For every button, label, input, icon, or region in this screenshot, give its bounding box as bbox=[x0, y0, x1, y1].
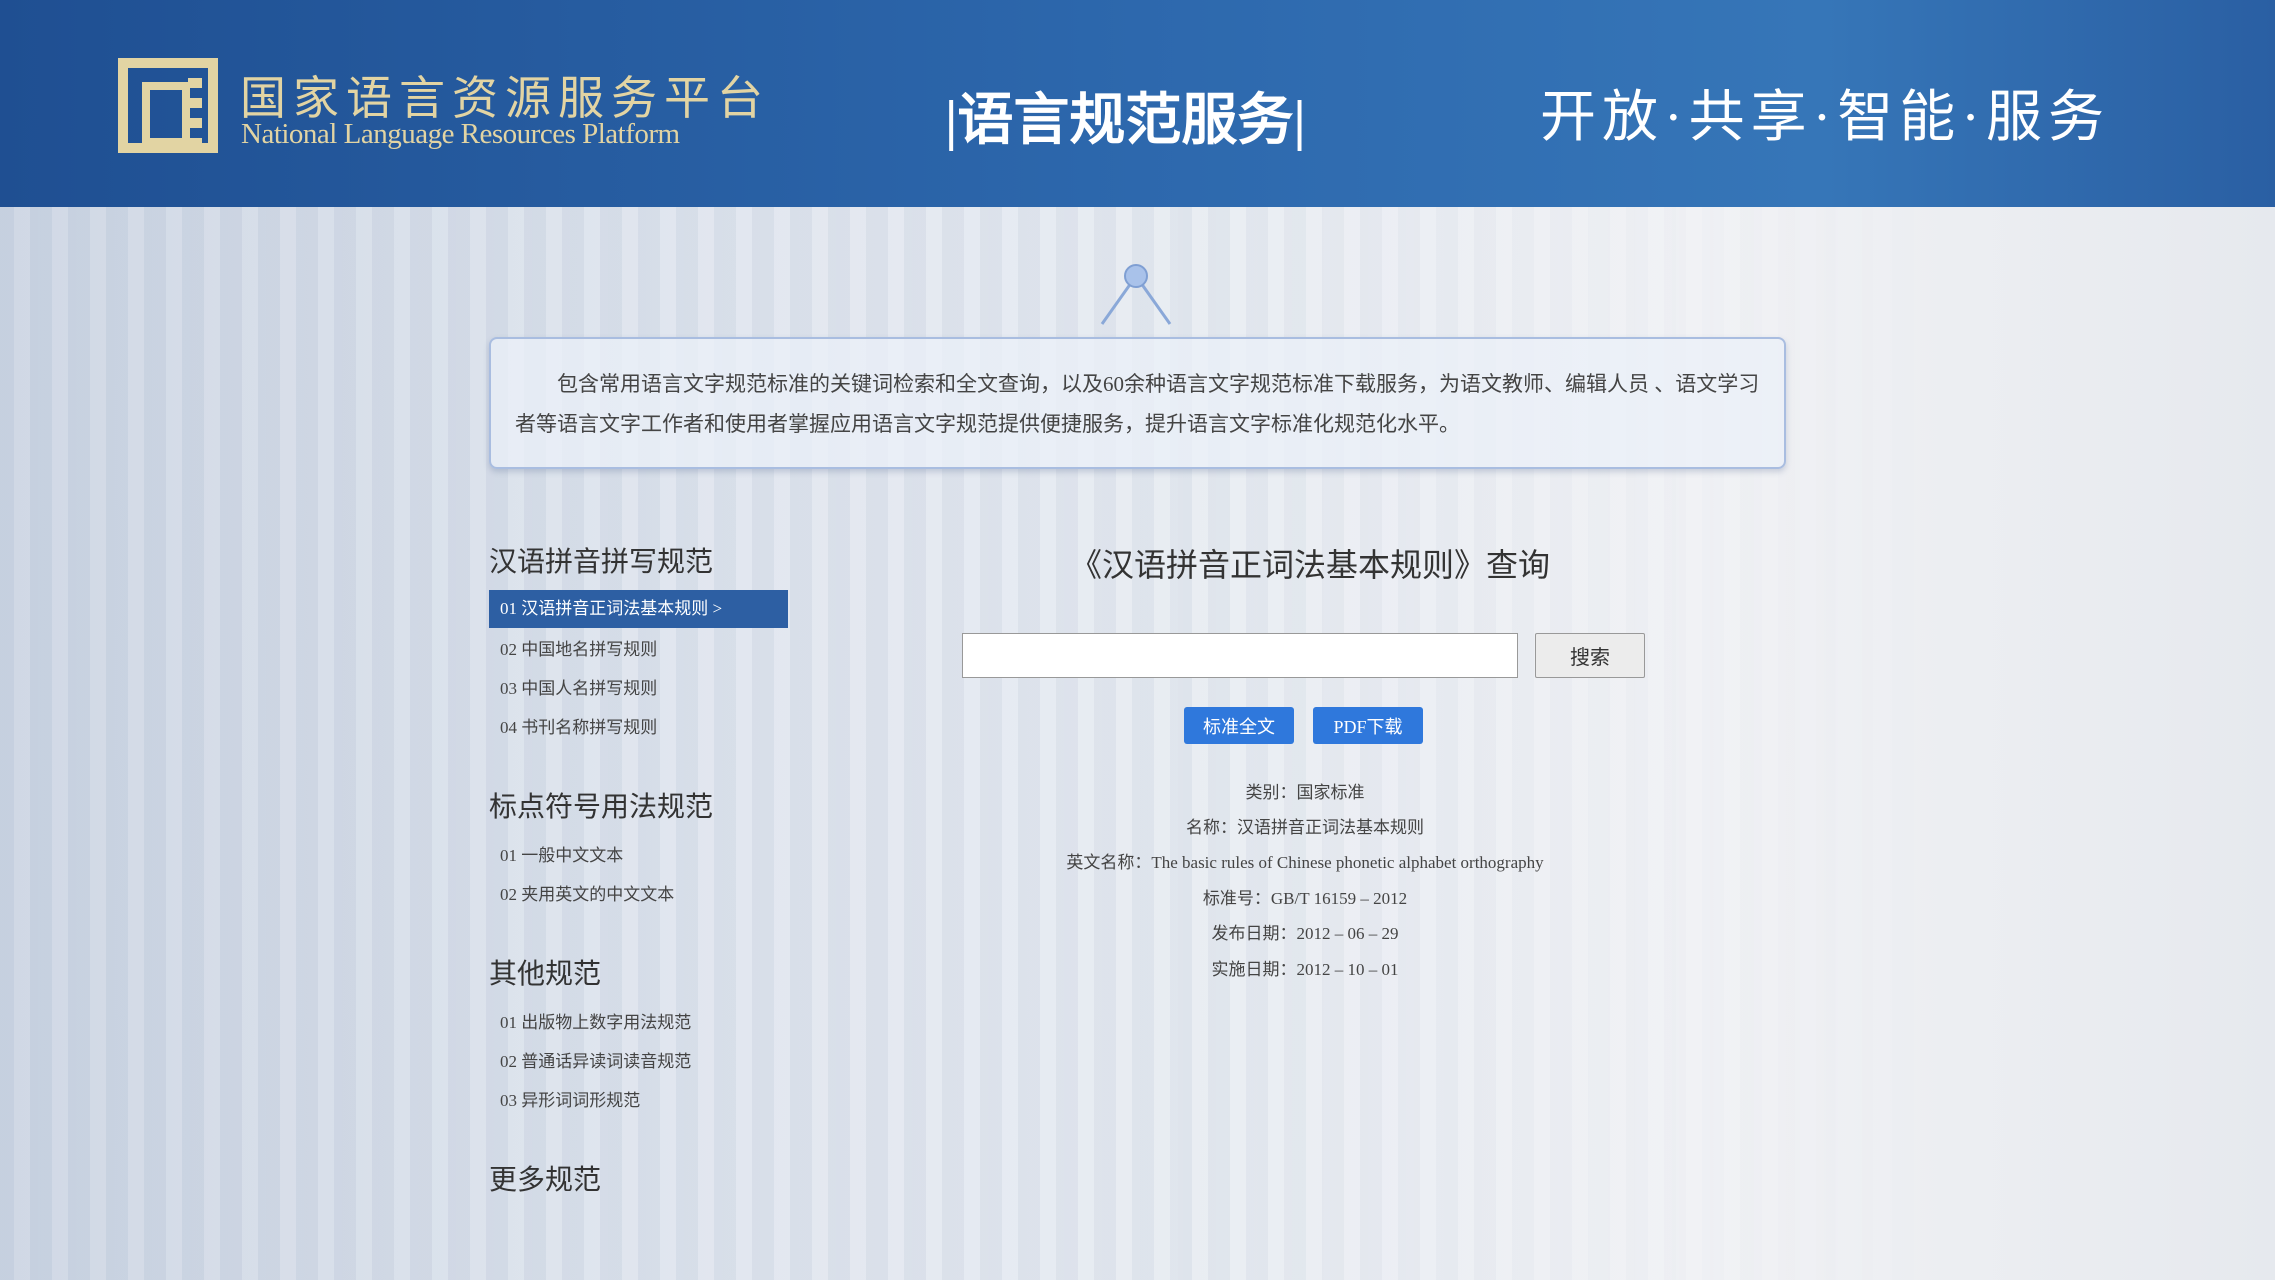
pin-icon bbox=[1100, 262, 1172, 326]
info-effective-date: 实施日期：2012 – 10 – 01 bbox=[900, 955, 1710, 980]
service-title: |语言规范服务| bbox=[945, 75, 1306, 156]
info-english-name: 英文名称：The basic rules of Chinese phonetic… bbox=[900, 848, 1710, 873]
slogan: 开放·共享·智能·服务 bbox=[1540, 72, 2110, 153]
sidebar-item-mixed-text[interactable]: 02 夹用英文的中文文本 bbox=[489, 876, 788, 914]
info-publish-date: 发布日期：2012 – 06 – 29 bbox=[900, 919, 1710, 944]
section-title-more[interactable]: 更多规范 bbox=[489, 1158, 601, 1198]
info-category: 类别：国家标准 bbox=[900, 778, 1710, 803]
fulltext-button[interactable]: 标准全文 bbox=[1184, 707, 1294, 744]
logo-title-en: National Language Resources Platform bbox=[241, 118, 680, 151]
sidebar-item-numbers[interactable]: 01 出版物上数字用法规范 bbox=[489, 1004, 788, 1042]
sidebar-item-place-names[interactable]: 02 中国地名拼写规则 bbox=[489, 631, 788, 669]
info-name: 名称：汉语拼音正词法基本规则 bbox=[900, 813, 1710, 838]
section-title-other: 其他规范 bbox=[489, 952, 601, 992]
sidebar-item-pronunciation[interactable]: 02 普通话异读词读音规范 bbox=[489, 1043, 788, 1081]
sidebar-item-pinyin-rules[interactable]: 01 汉语拼音正词法基本规则 > bbox=[489, 590, 788, 628]
query-title: 《汉语拼音正词法基本规则》查询 bbox=[960, 540, 1660, 586]
logo-icon bbox=[118, 58, 218, 153]
section-title-punctuation: 标点符号用法规范 bbox=[489, 785, 713, 825]
sidebar-item-person-names[interactable]: 03 中国人名拼写规则 bbox=[489, 670, 788, 708]
search-button[interactable]: 搜索 bbox=[1535, 633, 1645, 678]
info-standard-number: 标准号：GB/T 16159 – 2012 bbox=[900, 884, 1710, 909]
pdf-download-button[interactable]: PDF下载 bbox=[1313, 707, 1423, 744]
search-input[interactable] bbox=[962, 633, 1518, 678]
description-box: 包含常用语言文字规范标准的关键词检索和全文查询，以及60余种语言文字规范标准下载… bbox=[489, 337, 1786, 469]
sidebar-item-chinese-text[interactable]: 01 一般中文文本 bbox=[489, 837, 788, 875]
section-title-pinyin: 汉语拼音拼写规范 bbox=[489, 540, 713, 580]
sidebar-item-variant-words[interactable]: 03 异形词词形规范 bbox=[489, 1082, 788, 1120]
sidebar-item-book-titles[interactable]: 04 书刊名称拼写规则 bbox=[489, 709, 788, 747]
header: 国家语言资源服务平台 National Language Resources P… bbox=[0, 0, 2275, 207]
